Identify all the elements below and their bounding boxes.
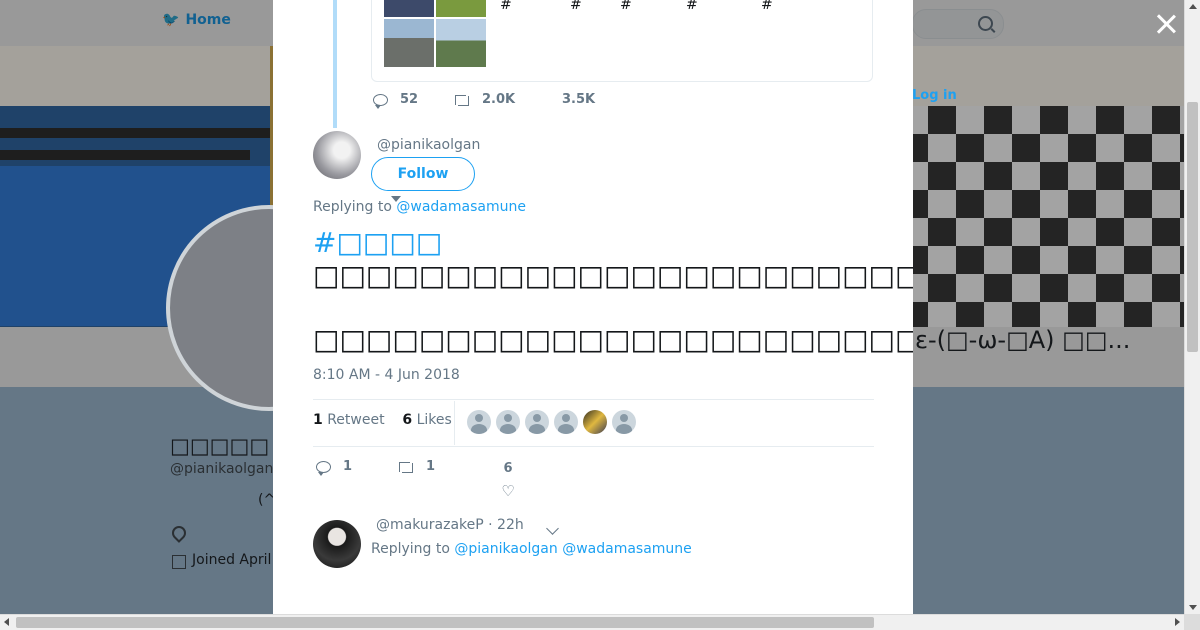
scroll-up-arrow-icon[interactable] [1189, 4, 1197, 9]
location-icon [169, 523, 189, 543]
tweet-hashtag[interactable]: #□□□□ [313, 226, 442, 260]
avatar[interactable] [467, 410, 491, 434]
scrollbar-thumb[interactable] [1187, 102, 1198, 352]
reply-author-avatar[interactable] [313, 520, 361, 568]
follow-button[interactable]: Follow [371, 157, 475, 191]
hashtag-link[interactable]: # [500, 0, 570, 13]
likers-avatars [467, 410, 636, 434]
retweets-number: 1 [313, 412, 323, 428]
avatar[interactable] [496, 410, 520, 434]
login-link[interactable]: Log in [912, 88, 957, 103]
background-text: ε-(□-ω-□A) □□... [915, 326, 1131, 354]
replying-label: Replying to [313, 199, 392, 215]
home-label: Home [185, 12, 231, 28]
reply-author-handle[interactable]: @makurazakeP [376, 517, 484, 533]
search-input[interactable] [912, 9, 1004, 39]
thread-line [333, 0, 337, 128]
media-thumbnail[interactable] [436, 19, 486, 67]
media-thumbnail[interactable] [384, 19, 434, 67]
retweets-stat[interactable]: 1 Retweet [313, 412, 385, 428]
scrollbar-corner [1184, 614, 1200, 630]
reply-button[interactable]: 52 [373, 92, 419, 109]
retweet-button[interactable]: 1 [397, 459, 435, 474]
mention-link[interactable]: @wadamasamune [396, 199, 526, 215]
like-button[interactable]: 6 ♡ [501, 461, 515, 499]
hashtag-link[interactable]: # [620, 0, 686, 13]
avatar[interactable] [554, 410, 578, 434]
reply-icon [316, 460, 331, 476]
hashtag-link[interactable]: # [686, 0, 761, 13]
retweet-count: 2.0K [482, 92, 516, 107]
reply-header: @makurazakeP · 22h [376, 517, 524, 533]
scroll-right-arrow-icon[interactable] [1175, 618, 1180, 626]
replying-label: Replying to [371, 541, 450, 557]
likes-stat[interactable]: 6 Likes [402, 412, 451, 428]
horizontal-scrollbar[interactable] [0, 614, 1184, 630]
media-thumbnail[interactable] [384, 0, 434, 17]
avatar[interactable] [612, 410, 636, 434]
like-button[interactable]: 3.5K [562, 92, 595, 107]
banner-checker [900, 106, 1184, 327]
retweet-count: 1 [426, 459, 436, 474]
close-icon[interactable] [1154, 12, 1178, 36]
tweet-text-line: □□□□□□□□□□□□□□□□□□□□□□□□□□□□□□□m(_ _)m [313, 259, 913, 292]
previous-tweet-media-card[interactable]: # # # # # [371, 0, 873, 82]
tweet-timestamp[interactable]: 8:10 AM - 4 Jun 2018 [313, 367, 460, 383]
scroll-down-arrow-icon[interactable] [1189, 605, 1197, 610]
reply-count: 52 [400, 92, 419, 107]
search-icon [978, 16, 993, 31]
replying-to: Replying to @wadamasamune [313, 199, 526, 215]
reply-time[interactable]: · 22h [488, 517, 524, 533]
tweet-stats: 1 Retweet 6 Likes [313, 412, 452, 428]
avatar[interactable] [583, 410, 607, 434]
likes-label: Likes [416, 412, 452, 428]
tweet-modal: # # # # # 52 2.0K 3.5K @pianikaolgan Fol… [273, 0, 913, 614]
retweet-icon [453, 94, 470, 106]
stats-divider [454, 401, 455, 445]
tweet-text-line: □□□□□□□□□□□□□□□□□□□□□□□□□□□□□□□□□□□□□□□□… [313, 323, 913, 356]
avatar[interactable] [525, 410, 549, 434]
scrollbar-thumb[interactable] [16, 617, 874, 628]
reply-icon [373, 93, 388, 109]
vertical-scrollbar[interactable] [1184, 0, 1200, 614]
calendar-icon [172, 555, 186, 569]
tweet-author-handle[interactable]: @pianikaolgan [377, 137, 480, 153]
profile-handle: @pianikaolgan [170, 461, 274, 477]
tweet-author-avatar[interactable] [313, 131, 361, 179]
retweets-label: Retweet [327, 412, 385, 428]
scroll-left-arrow-icon[interactable] [4, 618, 9, 626]
reply-replying-to: Replying to @pianikaolgan @wadamasamune [371, 541, 692, 557]
card-hashtags: # # # # # [500, 0, 773, 13]
divider [313, 399, 874, 400]
banner-stripe [0, 150, 250, 160]
home-nav-item[interactable]: 🐦 Home [162, 12, 231, 28]
mention-link[interactable]: @pianikaolgan [454, 541, 557, 557]
retweet-button[interactable]: 2.0K [453, 92, 515, 107]
reply-count: 1 [343, 459, 353, 474]
reply-button[interactable]: 1 [316, 459, 353, 476]
like-count: 3.5K [562, 92, 596, 107]
profile-name: □□□□□ [170, 434, 270, 458]
heart-icon: ♡ [501, 482, 515, 500]
media-thumbnails [384, 0, 488, 69]
likes-number: 6 [402, 412, 413, 428]
divider [313, 446, 874, 447]
bird-icon: 🐦 [162, 12, 180, 28]
retweet-icon [397, 461, 414, 473]
banner-stripe [0, 128, 270, 138]
hashtag-link[interactable]: # [570, 0, 620, 13]
hashtag-link[interactable]: # [761, 0, 773, 13]
media-thumbnail[interactable] [436, 0, 486, 17]
like-count: 6 [503, 461, 513, 476]
profile-joined: Joined April [192, 552, 272, 568]
chevron-down-icon[interactable] [546, 522, 559, 535]
mention-link[interactable]: @wadamasamune [562, 541, 692, 557]
